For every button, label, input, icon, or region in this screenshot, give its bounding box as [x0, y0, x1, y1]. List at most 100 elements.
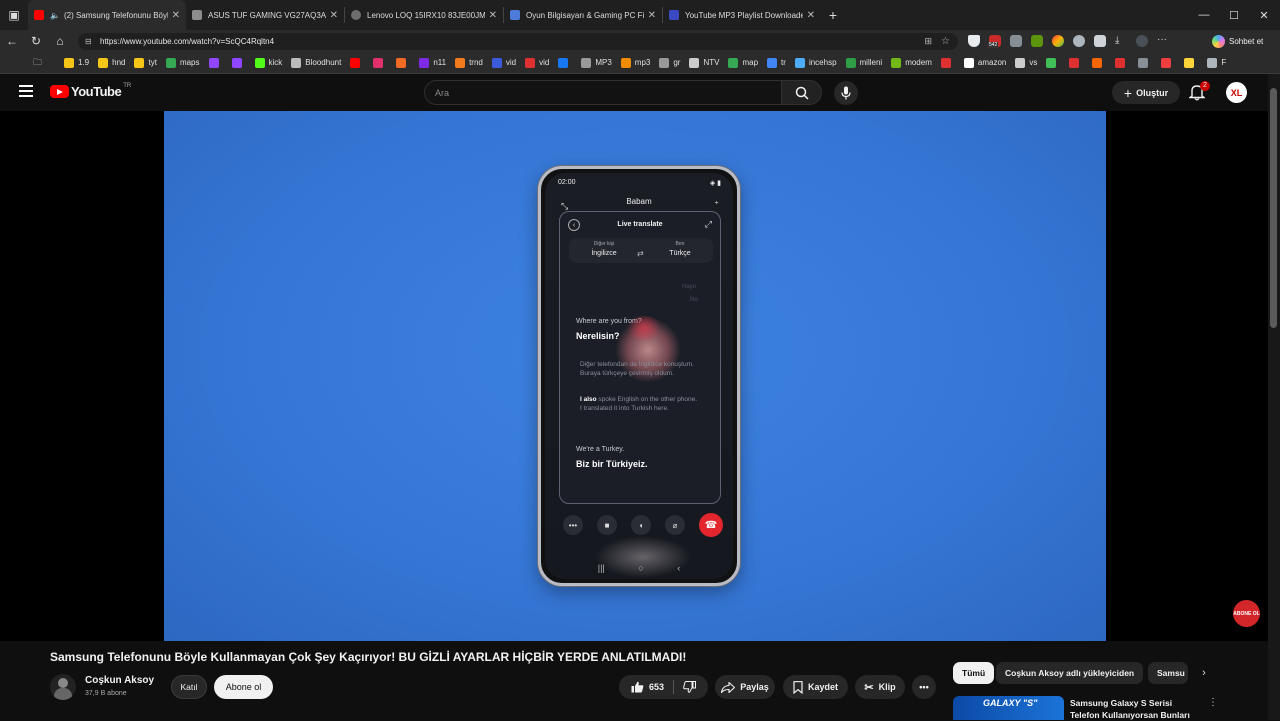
bookmark-item[interactable]: NTV: [689, 57, 719, 68]
join-button[interactable]: Katıl: [171, 675, 207, 699]
menu-hamburger-icon[interactable]: [19, 85, 33, 100]
flask-extension-icon[interactable]: [1094, 35, 1106, 47]
bookmark-item[interactable]: [396, 57, 410, 68]
save-button[interactable]: Kaydet: [783, 675, 848, 699]
bookmark-folder-icon[interactable]: 🗀: [33, 55, 42, 71]
minimize-icon[interactable]: —: [1188, 0, 1220, 30]
install-app-icon[interactable]: ⊞: [924, 36, 932, 47]
bookmark-item[interactable]: [940, 57, 955, 68]
bookmark-item[interactable]: gr: [659, 57, 680, 68]
recommended-video-thumbnail[interactable]: GALAXY "S": [953, 696, 1064, 720]
speaker-icon[interactable]: 🔈: [50, 11, 60, 20]
close-tab-icon[interactable]: ✕: [330, 10, 338, 21]
tab-asus-monitor[interactable]: ASUS TUF GAMING VG27AQ3A 2 ✕: [186, 0, 344, 30]
voice-search-button[interactable]: [834, 81, 858, 105]
subscribe-button[interactable]: Abone ol: [214, 675, 273, 699]
search-button[interactable]: [781, 80, 822, 105]
bookmark-item[interactable]: [558, 57, 572, 68]
chip-all[interactable]: Tümü: [953, 662, 995, 684]
bookmark-item[interactable]: [1046, 57, 1060, 68]
bookmark-item[interactable]: vs: [1015, 57, 1037, 68]
menu-dots-icon[interactable]: ···: [1157, 35, 1169, 47]
bookmark-item[interactable]: tyt: [134, 57, 157, 68]
clip-button[interactable]: ✂ Klip: [855, 675, 905, 699]
bookmark-item[interactable]: mp3: [620, 57, 650, 68]
close-window-icon[interactable]: ✕: [1248, 0, 1280, 30]
bookmark-item[interactable]: F: [1207, 57, 1226, 68]
copilot-chat-button[interactable]: Sohbet et: [1212, 32, 1263, 50]
chevron-right-icon[interactable]: ›: [1193, 662, 1215, 684]
create-button[interactable]: + Oluştur: [1112, 81, 1180, 104]
video-player[interactable]: 02:00 ◈ ▮ ⤡ Babam ⁺ ‹ Live translate ⤢ D…: [0, 111, 1268, 641]
recommendation-menu-icon[interactable]: ⋮: [1208, 697, 1218, 708]
bookmark-item[interactable]: [208, 57, 223, 68]
bookmark-item[interactable]: [373, 57, 387, 68]
channel-avatar[interactable]: [50, 674, 76, 700]
bookmark-item[interactable]: [1138, 57, 1152, 68]
shield-extension-icon[interactable]: [968, 35, 980, 47]
bookmark-item[interactable]: vid: [491, 57, 516, 68]
tab-youtube-video[interactable]: 🔈 (2) Samsung Telefonunu Böyle ✕: [28, 0, 186, 30]
recommended-video-title[interactable]: Samsung Galaxy S Serisi Telefon Kullanıy…: [1070, 697, 1200, 721]
chip-from-uploader[interactable]: Coşkun Aksoy adlı yükleyiciden: [996, 662, 1144, 684]
bookmark-item[interactable]: [350, 57, 364, 68]
subscribe-watermark[interactable]: ABONE OL: [1233, 600, 1260, 627]
bookmark-item[interactable]: [1161, 57, 1175, 68]
channel-name[interactable]: Coşkun Aksoy: [85, 675, 154, 686]
bookmark-item[interactable]: trnd: [455, 57, 483, 68]
account-avatar[interactable]: XL: [1226, 82, 1247, 103]
address-bar[interactable]: ⊟ https://www.youtube.com/watch?v=ScQC4R…: [78, 33, 958, 50]
back-icon[interactable]: ←: [0, 30, 24, 52]
palette-extension-icon[interactable]: [1010, 35, 1022, 47]
bookmark-item[interactable]: hnd: [98, 57, 125, 68]
bookmark-item[interactable]: kick: [254, 57, 282, 68]
new-tab-button[interactable]: +: [821, 4, 845, 26]
bookmark-item[interactable]: n11: [419, 57, 446, 68]
reload-icon[interactable]: ↻: [24, 30, 48, 52]
like-button[interactable]: 653: [631, 681, 664, 693]
home-icon[interactable]: ⌂: [48, 30, 72, 52]
bookmark-item[interactable]: [1069, 57, 1083, 68]
tab-gaming-pc[interactable]: Oyun Bilgisayarı & Gaming PC Fi ✕: [504, 0, 662, 30]
bookmark-item[interactable]: MP3: [581, 57, 612, 68]
share-button[interactable]: Paylaş: [715, 675, 775, 699]
thumbs-down-icon[interactable]: [683, 681, 697, 693]
bookmark-item[interactable]: [231, 57, 246, 68]
site-info-icon[interactable]: ⊟: [85, 37, 92, 46]
bookmark-item[interactable]: 1.9: [64, 57, 89, 68]
close-tab-icon[interactable]: ✕: [489, 10, 497, 21]
tab-actions-icon[interactable]: ▣: [0, 4, 28, 26]
bookmark-item[interactable]: incehsp: [794, 57, 837, 68]
search-input[interactable]: Ara: [424, 80, 781, 105]
puzzle-extension-icon[interactable]: [1031, 35, 1043, 47]
color-extension-icon[interactable]: [1052, 35, 1064, 47]
profile-icon[interactable]: [1136, 35, 1148, 47]
page-scrollbar[interactable]: [1268, 74, 1280, 720]
bookmark-item[interactable]: maps: [165, 57, 200, 68]
ublock-extension-icon[interactable]: 542: [988, 35, 1001, 48]
more-actions-button[interactable]: •••: [912, 675, 936, 699]
bookmark-item[interactable]: map: [728, 57, 758, 68]
scrollbar-thumb[interactable]: [1270, 88, 1277, 328]
youtube-logo[interactable]: YouTube TR: [50, 83, 131, 99]
tab-lenovo-laptop[interactable]: Lenovo LOQ 15IRX10 83JE00JMT ✕: [345, 0, 503, 30]
close-tab-icon[interactable]: ✕: [172, 10, 180, 21]
bookmark-item[interactable]: modem: [891, 57, 932, 68]
download-icon[interactable]: ⤓: [1115, 35, 1127, 47]
close-tab-icon[interactable]: ✕: [648, 10, 656, 21]
bookmark-item[interactable]: [1115, 57, 1129, 68]
sync-extension-icon[interactable]: [1073, 35, 1085, 47]
bookmark-item[interactable]: [1184, 57, 1198, 68]
bookmark-item[interactable]: tr: [767, 57, 786, 68]
bookmark-item[interactable]: [1092, 57, 1106, 68]
bookmark-item[interactable]: amazon: [963, 57, 1006, 68]
video-frame[interactable]: 02:00 ◈ ▮ ⤡ Babam ⁺ ‹ Live translate ⤢ D…: [164, 111, 1106, 641]
bookmark-item[interactable]: Bloodhunt: [291, 57, 341, 68]
bookmark-item[interactable]: vid: [525, 57, 549, 68]
notifications-button[interactable]: 2: [1187, 81, 1210, 103]
tab-mp3-downloader[interactable]: YouTube MP3 Playlist Downloade ✕: [663, 0, 821, 30]
bookmark-star-icon[interactable]: ☆: [941, 36, 950, 47]
bookmark-item[interactable]: milleni: [845, 57, 882, 68]
chip-samsung[interactable]: Samsu: [1148, 662, 1188, 684]
maximize-icon[interactable]: ☐: [1218, 0, 1250, 30]
